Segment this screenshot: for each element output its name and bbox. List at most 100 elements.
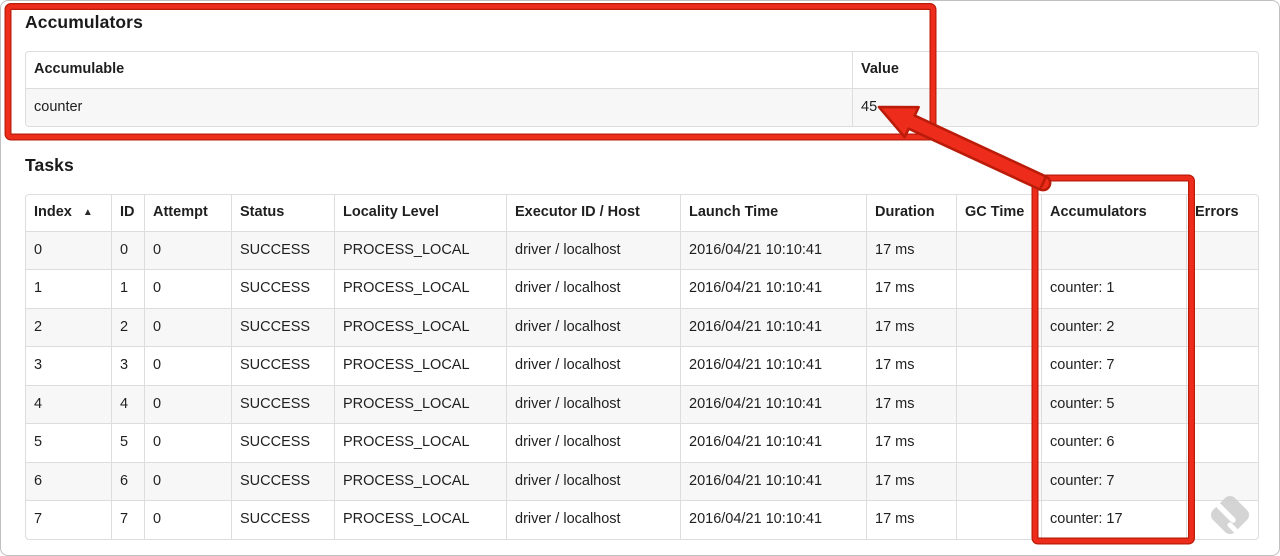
column-header-label: Locality Level <box>343 204 439 220</box>
tasks-table: Index ▲ ID Attempt Status Locality Level Execu… <box>25 194 1259 540</box>
cell-errors <box>1186 308 1258 347</box>
cell-executor-id-host: driver / localhost <box>506 347 680 386</box>
cell-locality-level: PROCESS_LOCAL <box>334 231 506 270</box>
cell-index: 0 <box>26 231 111 270</box>
cell-status: SUCCESS <box>231 347 334 386</box>
tasks-section: Tasks Index ▲ ID Attempt Status Locality Leve… <box>25 156 1259 540</box>
cell-gc-time <box>956 385 1041 424</box>
cell-duration: 17 ms <box>866 308 956 347</box>
accumulators-section-title: Accumulators <box>25 12 143 32</box>
cell-errors <box>1186 347 1258 386</box>
cell-accumulators: counter: 6 <box>1041 424 1186 463</box>
cell-attempt: 0 <box>144 424 231 463</box>
header-row: Index ▲ ID Attempt Status Locality Level Execu… <box>26 195 1258 232</box>
sort-ascending-icon: ▲ <box>82 207 93 218</box>
cell-errors <box>1186 501 1258 539</box>
cell-executor-id-host: driver / localhost <box>506 308 680 347</box>
cell-id: 1 <box>111 270 144 309</box>
cell-index: 5 <box>26 424 111 463</box>
column-header-value[interactable]: Value <box>852 52 1258 89</box>
accumulators-table: Accumulable Value counter 45 <box>25 51 1259 127</box>
cell-id: 2 <box>111 308 144 347</box>
cell-status: SUCCESS <box>231 501 334 539</box>
cell-attempt: 0 <box>144 270 231 309</box>
cell-launch-time: 2016/04/21 10:10:41 <box>680 385 866 424</box>
column-header-attempt[interactable]: Attempt <box>144 195 231 232</box>
column-header-label: Accumulable <box>34 61 125 77</box>
cell-duration: 17 ms <box>866 270 956 309</box>
column-header-locality-level[interactable]: Locality Level <box>334 195 506 232</box>
cell-status: SUCCESS <box>231 462 334 501</box>
cell-errors <box>1186 385 1258 424</box>
cell-duration: 17 ms <box>866 347 956 386</box>
column-header-errors[interactable]: Errors <box>1186 195 1258 232</box>
cell-index: 6 <box>26 462 111 501</box>
cell-index: 4 <box>26 385 111 424</box>
cell-duration: 17 ms <box>866 501 956 539</box>
accumulators-section: Accumulators Accumulable Value counter 45 <box>25 12 1259 127</box>
column-header-accumulable[interactable]: Accumulable <box>26 52 852 89</box>
cell-value: 45 <box>852 88 1258 126</box>
table-row: 6 6 0 SUCCESS PROCESS_LOCAL driver / localhos… <box>26 462 1258 501</box>
column-header-label: Duration <box>875 204 935 220</box>
table-row: 4 4 0 SUCCESS PROCESS_LOCAL driver / localhos… <box>26 385 1258 424</box>
column-header-label: Errors <box>1195 204 1239 220</box>
column-header-status[interactable]: Status <box>231 195 334 232</box>
cell-index: 3 <box>26 347 111 386</box>
cell-duration: 17 ms <box>866 385 956 424</box>
cell-id: 5 <box>111 424 144 463</box>
cell-id: 6 <box>111 462 144 501</box>
column-header-id[interactable]: ID <box>111 195 144 232</box>
cell-attempt: 0 <box>144 501 231 539</box>
cell-duration: 17 ms <box>866 231 956 270</box>
column-header-label: GC Time <box>965 204 1025 220</box>
column-header-label: ID <box>120 204 135 220</box>
cell-gc-time <box>956 424 1041 463</box>
cell-attempt: 0 <box>144 385 231 424</box>
cell-executor-id-host: driver / localhost <box>506 424 680 463</box>
cell-id: 4 <box>111 385 144 424</box>
cell-status: SUCCESS <box>231 270 334 309</box>
spark-ui-stage-page: Accumulators Accumulable Value counter 45 T… <box>0 0 1280 556</box>
cell-index: 2 <box>26 308 111 347</box>
cell-locality-level: PROCESS_LOCAL <box>334 462 506 501</box>
cell-launch-time: 2016/04/21 10:10:41 <box>680 501 866 539</box>
table-row: 2 2 0 SUCCESS PROCESS_LOCAL driver / localhos… <box>26 308 1258 347</box>
column-header-index[interactable]: Index ▲ <box>26 195 111 232</box>
cell-launch-time: 2016/04/21 10:10:41 <box>680 424 866 463</box>
cell-locality-level: PROCESS_LOCAL <box>334 308 506 347</box>
cell-locality-level: PROCESS_LOCAL <box>334 385 506 424</box>
cell-index: 1 <box>26 270 111 309</box>
cell-executor-id-host: driver / localhost <box>506 231 680 270</box>
table-row: 5 5 0 SUCCESS PROCESS_LOCAL driver / localhos… <box>26 424 1258 463</box>
cell-accumulators: counter: 7 <box>1041 347 1186 386</box>
cell-gc-time <box>956 270 1041 309</box>
table-row: 7 7 0 SUCCESS PROCESS_LOCAL driver / localhos… <box>26 501 1258 539</box>
column-header-label: Accumulators <box>1050 204 1147 220</box>
column-header-gc-time[interactable]: GC Time <box>956 195 1041 232</box>
cell-gc-time <box>956 308 1041 347</box>
column-header-accumulators[interactable]: Accumulators <box>1041 195 1186 232</box>
cell-accumulators: counter: 7 <box>1041 462 1186 501</box>
cell-executor-id-host: driver / localhost <box>506 270 680 309</box>
cell-gc-time <box>956 462 1041 501</box>
cell-launch-time: 2016/04/21 10:10:41 <box>680 308 866 347</box>
column-header-executor-id-host[interactable]: Executor ID / Host <box>506 195 680 232</box>
cell-attempt: 0 <box>144 231 231 270</box>
cell-id: 0 <box>111 231 144 270</box>
cell-gc-time <box>956 501 1041 539</box>
table-row: 0 0 0 SUCCESS PROCESS_LOCAL driver / localhos… <box>26 231 1258 270</box>
cell-locality-level: PROCESS_LOCAL <box>334 501 506 539</box>
cell-gc-time <box>956 231 1041 270</box>
cell-executor-id-host: driver / localhost <box>506 501 680 539</box>
cell-id: 7 <box>111 501 144 539</box>
cell-accumulators: counter: 5 <box>1041 385 1186 424</box>
column-header-launch-time[interactable]: Launch Time <box>680 195 866 232</box>
column-header-label: Attempt <box>153 204 208 220</box>
cell-attempt: 0 <box>144 308 231 347</box>
column-header-duration[interactable]: Duration <box>866 195 956 232</box>
cell-errors <box>1186 424 1258 463</box>
column-header-label: Status <box>240 204 285 220</box>
cell-attempt: 0 <box>144 462 231 501</box>
cell-accumulators <box>1041 231 1186 270</box>
